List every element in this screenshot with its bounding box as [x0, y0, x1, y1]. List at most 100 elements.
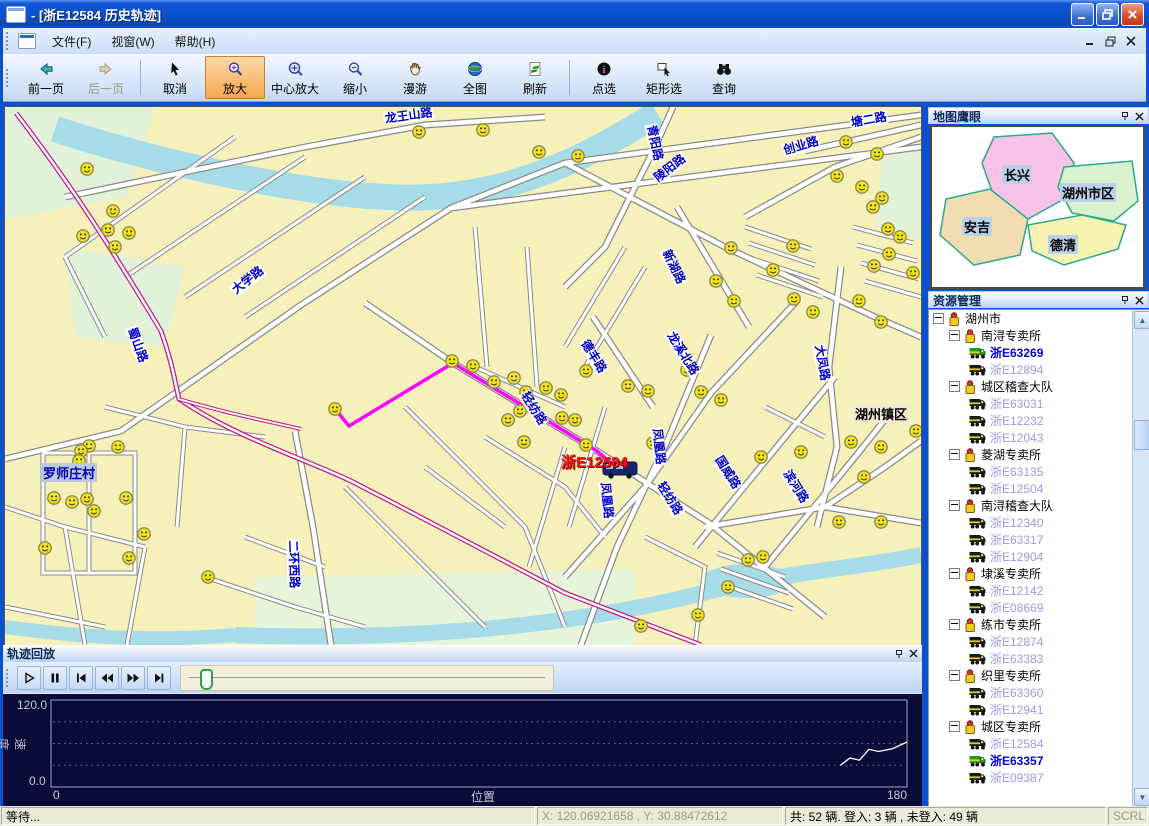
- toolbar-button-info-select[interactable]: i点选: [574, 56, 634, 99]
- toolbar-button-rect-select[interactable]: 矩形选: [634, 56, 694, 99]
- collapse-icon[interactable]: [949, 500, 960, 511]
- tree-vehicle[interactable]: 浙E63317: [929, 531, 1129, 548]
- toolbar-button-zoom-in[interactable]: 放大: [205, 56, 265, 99]
- tree-vehicle[interactable]: 浙E63360: [929, 684, 1129, 701]
- vehicle-smiley-marker[interactable]: [88, 505, 100, 517]
- tree-vehicle[interactable]: 浙E12894: [929, 361, 1129, 378]
- vehicle-smiley-marker[interactable]: [77, 230, 89, 242]
- vehicle-smiley-marker[interactable]: [329, 403, 341, 415]
- vehicle-smiley-marker[interactable]: [446, 355, 458, 367]
- collapse-icon[interactable]: [949, 381, 960, 392]
- vehicle-smiley-marker[interactable]: [831, 170, 843, 182]
- vehicle-smiley-marker[interactable]: [107, 205, 119, 217]
- collapse-icon[interactable]: [949, 721, 960, 732]
- vehicle-smiley-marker[interactable]: [875, 316, 887, 328]
- mdi-restore-button[interactable]: [1105, 36, 1116, 47]
- vehicle-smiley-marker[interactable]: [767, 264, 779, 276]
- vehicle-smiley-marker[interactable]: [580, 365, 592, 377]
- vehicle-smiley-marker[interactable]: [755, 451, 767, 463]
- vehicle-smiley-marker[interactable]: [502, 414, 514, 426]
- toolbar-button-arrow-right[interactable]: 后一页: [76, 56, 136, 99]
- vehicle-smiley-marker[interactable]: [883, 248, 895, 260]
- vehicle-smiley-marker[interactable]: [875, 441, 887, 453]
- vehicle-smiley-marker[interactable]: [715, 394, 727, 406]
- pin-icon[interactable]: [1120, 295, 1130, 305]
- vehicle-smiley-marker[interactable]: [120, 492, 132, 504]
- tree-group[interactable]: 城区专卖所: [929, 718, 1129, 735]
- vehicle-smiley-marker[interactable]: [467, 360, 479, 372]
- rewind-button[interactable]: [95, 666, 119, 690]
- tree-vehicle[interactable]: 浙E63383: [929, 650, 1129, 667]
- vehicle-smiley-marker[interactable]: [540, 382, 552, 394]
- vehicle-smiley-marker[interactable]: [856, 181, 868, 193]
- pin-icon[interactable]: [1120, 111, 1130, 121]
- scroll-up-icon[interactable]: ▲: [1134, 311, 1149, 329]
- tree-vehicle[interactable]: 浙E63357: [929, 752, 1129, 769]
- vehicle-smiley-marker[interactable]: [725, 242, 737, 254]
- vehicle-smiley-marker[interactable]: [138, 528, 150, 540]
- tree-vehicle[interactable]: 浙E12232: [929, 412, 1129, 429]
- vehicle-smiley-marker[interactable]: [840, 136, 852, 148]
- document-icon[interactable]: [18, 33, 36, 49]
- vehicle-smiley-marker[interactable]: [572, 150, 584, 162]
- pin-icon[interactable]: [894, 649, 904, 659]
- vehicle-smiley-marker[interactable]: [48, 492, 60, 504]
- forward-button[interactable]: [121, 666, 145, 690]
- vehicle-smiley-marker[interactable]: [692, 609, 704, 621]
- collapse-icon[interactable]: [949, 670, 960, 681]
- menubar-grip[interactable]: [6, 32, 13, 50]
- vehicle-smiley-marker[interactable]: [477, 124, 489, 136]
- vehicle-smiley-marker[interactable]: [728, 295, 740, 307]
- vehicle-smiley-marker[interactable]: [66, 496, 78, 508]
- vehicle-smiley-marker[interactable]: [413, 126, 425, 138]
- toolbar-button-cursor[interactable]: 取消: [145, 56, 205, 99]
- vehicle-smiley-marker[interactable]: [202, 571, 214, 583]
- toolbar-button-hand[interactable]: 漫游: [385, 56, 445, 99]
- vehicle-smiley-marker[interactable]: [875, 516, 887, 528]
- vehicle-smiley-marker[interactable]: [533, 146, 545, 158]
- tree-vehicle[interactable]: 浙E08669: [929, 599, 1129, 616]
- vehicle-smiley-marker[interactable]: [907, 267, 919, 279]
- vehicle-smiley-marker[interactable]: [508, 372, 520, 384]
- tree-vehicle[interactable]: 浙E12904: [929, 548, 1129, 565]
- minimize-button[interactable]: [1071, 3, 1094, 26]
- vehicle-smiley-marker[interactable]: [102, 224, 114, 236]
- tree-group[interactable]: 织里专卖所: [929, 667, 1129, 684]
- vehicle-smiley-marker[interactable]: [853, 295, 865, 307]
- toolbar-button-zoom-out[interactable]: 缩小: [325, 56, 385, 99]
- playback-slider[interactable]: [180, 665, 554, 691]
- vehicle-smiley-marker[interactable]: [882, 223, 894, 235]
- menu-item-1[interactable]: 视窗(W): [101, 29, 164, 54]
- vehicle-smiley-marker[interactable]: [635, 620, 647, 632]
- vehicle-smiley-marker[interactable]: [833, 516, 845, 528]
- vehicle-smiley-marker[interactable]: [555, 389, 567, 401]
- vehicle-smiley-marker[interactable]: [910, 425, 921, 437]
- close-panel-icon[interactable]: [1135, 296, 1144, 305]
- vehicle-smiley-marker[interactable]: [795, 446, 807, 458]
- vehicle-smiley-marker[interactable]: [695, 386, 707, 398]
- mdi-minimize-button[interactable]: [1085, 36, 1095, 46]
- slider-thumb[interactable]: [200, 669, 213, 690]
- scroll-thumb[interactable]: [1134, 420, 1149, 450]
- tree-group[interactable]: 城区稽查大队: [929, 378, 1129, 395]
- close-button[interactable]: [1121, 3, 1144, 26]
- tree-root-city[interactable]: 湖州市: [929, 310, 1129, 327]
- vehicle-smiley-marker[interactable]: [123, 552, 135, 564]
- tree-group[interactable]: 埭溪专卖所: [929, 565, 1129, 582]
- toolbar-button-refresh[interactable]: 刷新: [505, 56, 565, 99]
- scroll-down-icon[interactable]: ▼: [1134, 788, 1149, 806]
- tree-vehicle[interactable]: 浙E63031: [929, 395, 1129, 412]
- vehicle-smiley-marker[interactable]: [867, 201, 879, 213]
- tree-vehicle[interactable]: 浙E12941: [929, 701, 1129, 718]
- vehicle-smiley-marker[interactable]: [622, 380, 634, 392]
- close-panel-icon[interactable]: [909, 649, 918, 658]
- skip-end-button[interactable]: [147, 666, 171, 690]
- vehicle-smiley-marker[interactable]: [109, 241, 121, 253]
- vehicle-smiley-marker[interactable]: [569, 414, 581, 426]
- tree-scrollbar[interactable]: ▲ ▼: [1132, 310, 1149, 807]
- menu-item-0[interactable]: 文件(F): [42, 29, 101, 54]
- tree-group[interactable]: 菱湖专卖所: [929, 446, 1129, 463]
- tree-vehicle[interactable]: 浙E12142: [929, 582, 1129, 599]
- tree-vehicle[interactable]: 浙E12043: [929, 429, 1129, 446]
- collapse-icon[interactable]: [933, 313, 944, 324]
